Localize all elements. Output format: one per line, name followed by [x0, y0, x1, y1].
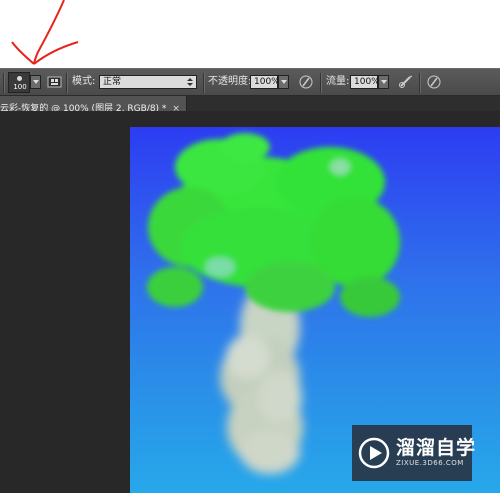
brush-preset-picker[interactable]: 100 [8, 72, 30, 93]
mode-select[interactable]: 正常 [99, 75, 197, 89]
flow-dropdown[interactable] [378, 75, 389, 89]
brush-panel-icon[interactable] [46, 73, 64, 91]
separator [320, 73, 322, 93]
flow-label: 流量: [326, 76, 350, 87]
flow-value: 100% [354, 77, 380, 87]
document-tab-bar: 云彩-恢复的 @ 100% (图层 2, RGB/8) * × [0, 96, 500, 114]
options-bar: 100 模式: 正常 不透明度: 100% 流量: 100% [0, 68, 500, 96]
opacity-input[interactable]: 100% [250, 75, 280, 89]
pressure-opacity-icon[interactable] [297, 73, 315, 91]
watermark-title: 溜溜自学 [396, 437, 477, 459]
brush-tip-icon [17, 76, 22, 81]
watermark-url: ZIXUE.3D66.COM [396, 459, 464, 467]
pressure-size-icon[interactable] [425, 73, 443, 91]
separator [66, 73, 68, 93]
updown-chevron-icon [187, 78, 193, 86]
flow-input[interactable]: 100% [350, 75, 380, 89]
opacity-value: 100% [254, 77, 280, 87]
opacity-dropdown[interactable] [278, 75, 289, 89]
play-logo-icon [358, 437, 390, 469]
watermark: 溜溜自学 ZIXUE.3D66.COM [352, 425, 475, 481]
brush-preset-dropdown[interactable] [30, 75, 41, 89]
annotation-area [0, 0, 500, 68]
separator [203, 73, 205, 93]
red-arrow-annotation [11, 0, 79, 65]
separator [3, 73, 5, 93]
mode-value: 正常 [103, 77, 122, 87]
airbrush-icon[interactable] [397, 73, 415, 91]
mode-label: 模式: [72, 76, 96, 87]
separator [419, 73, 421, 93]
opacity-label: 不透明度: [208, 76, 252, 87]
document-tab[interactable]: 云彩-恢复的 @ 100% (图层 2, RGB/8) * × [0, 96, 187, 114]
cloud-foliage [147, 133, 400, 317]
brush-size: 100 [13, 83, 27, 91]
